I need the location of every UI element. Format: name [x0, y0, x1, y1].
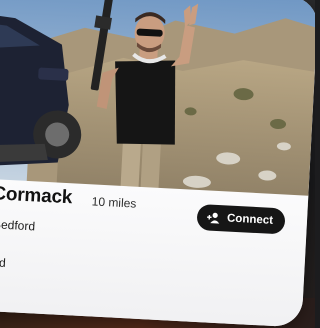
- add-person-icon: [207, 211, 222, 224]
- profile-name: cCormack: [0, 182, 73, 209]
- profile-detail: dford: [0, 254, 7, 270]
- profile-info-panel: cCormack 10 miles al Bedford dford Conne…: [0, 176, 309, 328]
- profile-photo[interactable]: [0, 0, 315, 206]
- profile-subtitle: al Bedford: [0, 217, 36, 234]
- profile-distance: 10 miles: [91, 194, 137, 211]
- connect-button[interactable]: Connect: [196, 203, 286, 235]
- screen: cCormack 10 miles al Bedford dford Conne…: [0, 0, 315, 328]
- connect-button-label: Connect: [226, 212, 274, 227]
- profile-card[interactable]: cCormack 10 miles al Bedford dford Conne…: [0, 0, 315, 328]
